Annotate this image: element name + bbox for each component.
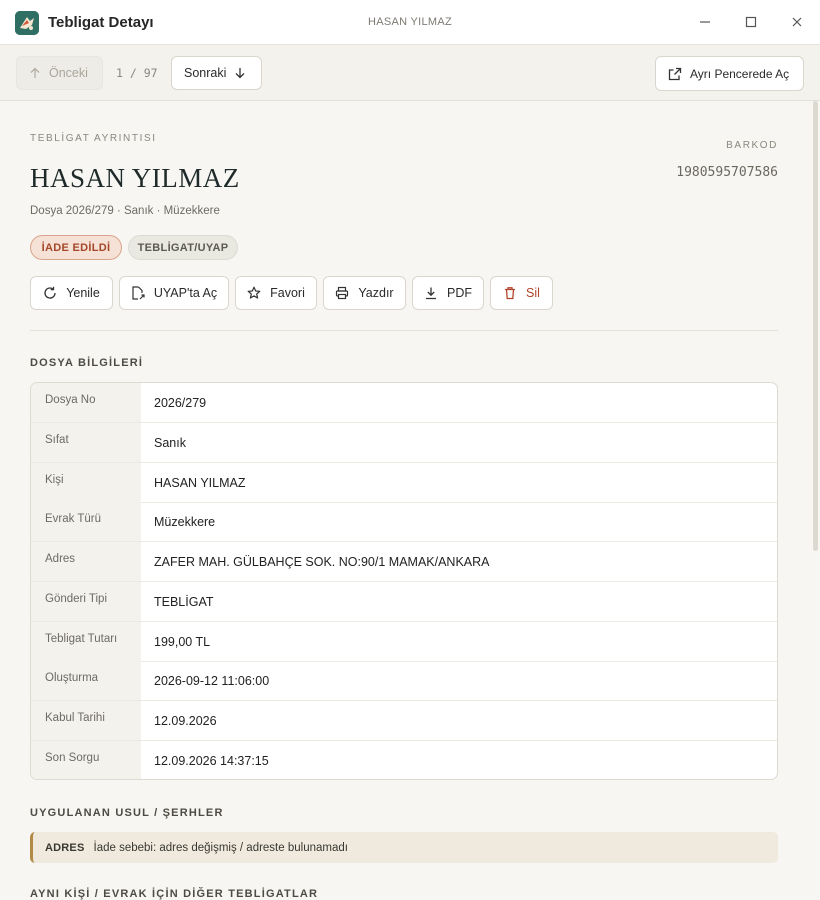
procedure-title: UYGULANAN USUL / ŞERHLER <box>30 807 224 819</box>
arrow-down-icon <box>235 68 245 79</box>
arrow-up-icon <box>30 67 40 78</box>
row-value: 12.09.2026 <box>154 714 217 728</box>
row-value: 199,00 TL <box>154 635 211 649</box>
star-icon <box>247 286 261 299</box>
external-link-icon <box>668 67 682 80</box>
open-in-uyap-button[interactable]: UYAP'ta Aç <box>119 276 229 310</box>
table-row: Gönderi Tipi TEBLİGAT <box>31 582 777 622</box>
row-value: 2026-09-12 11:06:00 <box>154 674 270 688</box>
title-bar: Tebligat Detayı HASAN YILMAZ <box>0 0 820 45</box>
pdf-label: PDF <box>447 286 472 300</box>
delete-button[interactable]: Sil <box>490 276 553 310</box>
row-label: Tebligat Tutarı <box>31 622 141 661</box>
row-value: 2026/279 <box>154 396 207 410</box>
open-in-new-window-button[interactable]: Ayrı Pencerede Aç <box>655 56 804 91</box>
table-row: Kişi HASAN YILMAZ <box>31 463 777 503</box>
table-row: Tebligat Tutarı 199,00 TL <box>31 622 777 662</box>
row-label: Kişi <box>31 463 141 502</box>
refresh-icon <box>44 286 56 299</box>
print-label: Yazdır <box>358 286 394 300</box>
row-value: HASAN YILMAZ <box>154 476 246 490</box>
scrollbar[interactable] <box>813 101 818 551</box>
note-text: İade sebebi: adres değişmiş / adreste bu… <box>93 841 348 854</box>
table-row: Son Sorgu 12.09.2026 14:37:15 <box>31 741 777 779</box>
open-in-new-window-label: Ayrı Pencerede Aç <box>690 66 790 81</box>
table-row: Evrak Türü Müzekkere <box>31 502 777 542</box>
row-value: Müzekkere <box>154 515 216 529</box>
next-label: Sonraki <box>184 66 227 80</box>
row-label: Gönderi Tipi <box>31 582 141 621</box>
barcode-value: 1980595707586 <box>676 165 778 180</box>
maximize-icon <box>745 16 757 28</box>
refresh-button[interactable]: Yenile <box>30 276 113 310</box>
note-tag: ADRES <box>45 841 85 854</box>
related-title: AYNI KİŞİ / EVRAK İÇİN DİĞER TEBLİGATLAR <box>30 888 319 900</box>
row-label: Evrak Türü <box>31 502 141 541</box>
table-row: Dosya No 2026/279 <box>31 383 777 423</box>
favorite-button[interactable]: Favori <box>235 276 317 310</box>
barcode-label: BARKOD <box>726 140 778 151</box>
person-name: HASAN YILMAZ <box>30 163 240 193</box>
next-button[interactable]: Sonraki <box>171 56 262 90</box>
navigation-toolbar: Önceki 1 / 97 Sonraki Ayrı Pencerede Aç <box>0 45 820 101</box>
pdf-button[interactable]: PDF <box>412 276 484 310</box>
detail-eyebrow: TEBLİGAT AYRINTISI <box>30 133 157 144</box>
close-icon <box>792 17 802 27</box>
open-in-uyap-label: UYAP'ta Aç <box>153 286 218 300</box>
procedure-note: ADRES İade sebebi: adres değişmiş / adre… <box>30 832 778 863</box>
download-icon <box>426 287 436 300</box>
table-row: Adres ZAFER MAH. GÜLBAHÇE SOK. NO:90/1 MA… <box>31 542 777 582</box>
record-counter: 1 / 97 <box>116 66 158 80</box>
section-divider <box>30 330 778 331</box>
previous-button[interactable]: Önceki <box>16 56 103 90</box>
table-row: Oluşturma 2026-09-12 11:06:00 <box>31 661 777 701</box>
previous-label: Önceki <box>49 66 88 80</box>
row-label: Sıfat <box>31 423 141 462</box>
row-label: Son Sorgu <box>31 741 141 779</box>
printer-icon <box>336 286 349 300</box>
row-label: Adres <box>31 542 141 581</box>
status-badge: İADE EDİLDİ <box>30 235 122 260</box>
file-info-title: DOSYA BİLGİLERİ <box>30 357 144 369</box>
refresh-label: Yenile <box>66 286 100 300</box>
close-button[interactable] <box>787 12 807 32</box>
file-info-table: Dosya No 2026/279 Sıfat Sanık Kişi HASAN YI… <box>30 382 778 780</box>
row-value: 12.09.2026 14:37:15 <box>154 754 269 768</box>
minimize-icon <box>700 21 710 23</box>
delete-label: Sil <box>526 286 540 300</box>
favorite-label: Favori <box>270 286 305 300</box>
print-button[interactable]: Yazdır <box>323 276 406 310</box>
open-doc-icon <box>132 286 145 300</box>
table-row: Kabul Tarihi 12.09.2026 <box>31 701 777 741</box>
detail-content: TEBLİGAT AYRINTISI BARKOD HASAN YILMAZ 1… <box>0 101 820 900</box>
type-badge: TEBLİGAT/UYAP <box>128 235 238 260</box>
trash-icon <box>505 287 516 300</box>
minimize-button[interactable] <box>695 12 715 32</box>
row-label: Kabul Tarihi <box>31 701 141 740</box>
table-row: Sıfat Sanık <box>31 423 777 463</box>
row-value: Sanık <box>154 436 186 450</box>
row-label: Oluşturma <box>31 661 141 700</box>
row-value: ZAFER MAH. GÜLBAHÇE SOK. NO:90/1 MAMAK/A… <box>154 555 490 569</box>
row-label: Dosya No <box>31 383 141 422</box>
file-meta: Dosya 2026/279 · Sanık · Müzekkere <box>30 205 220 217</box>
maximize-button[interactable] <box>741 12 761 32</box>
row-value: TEBLİGAT <box>154 595 214 609</box>
